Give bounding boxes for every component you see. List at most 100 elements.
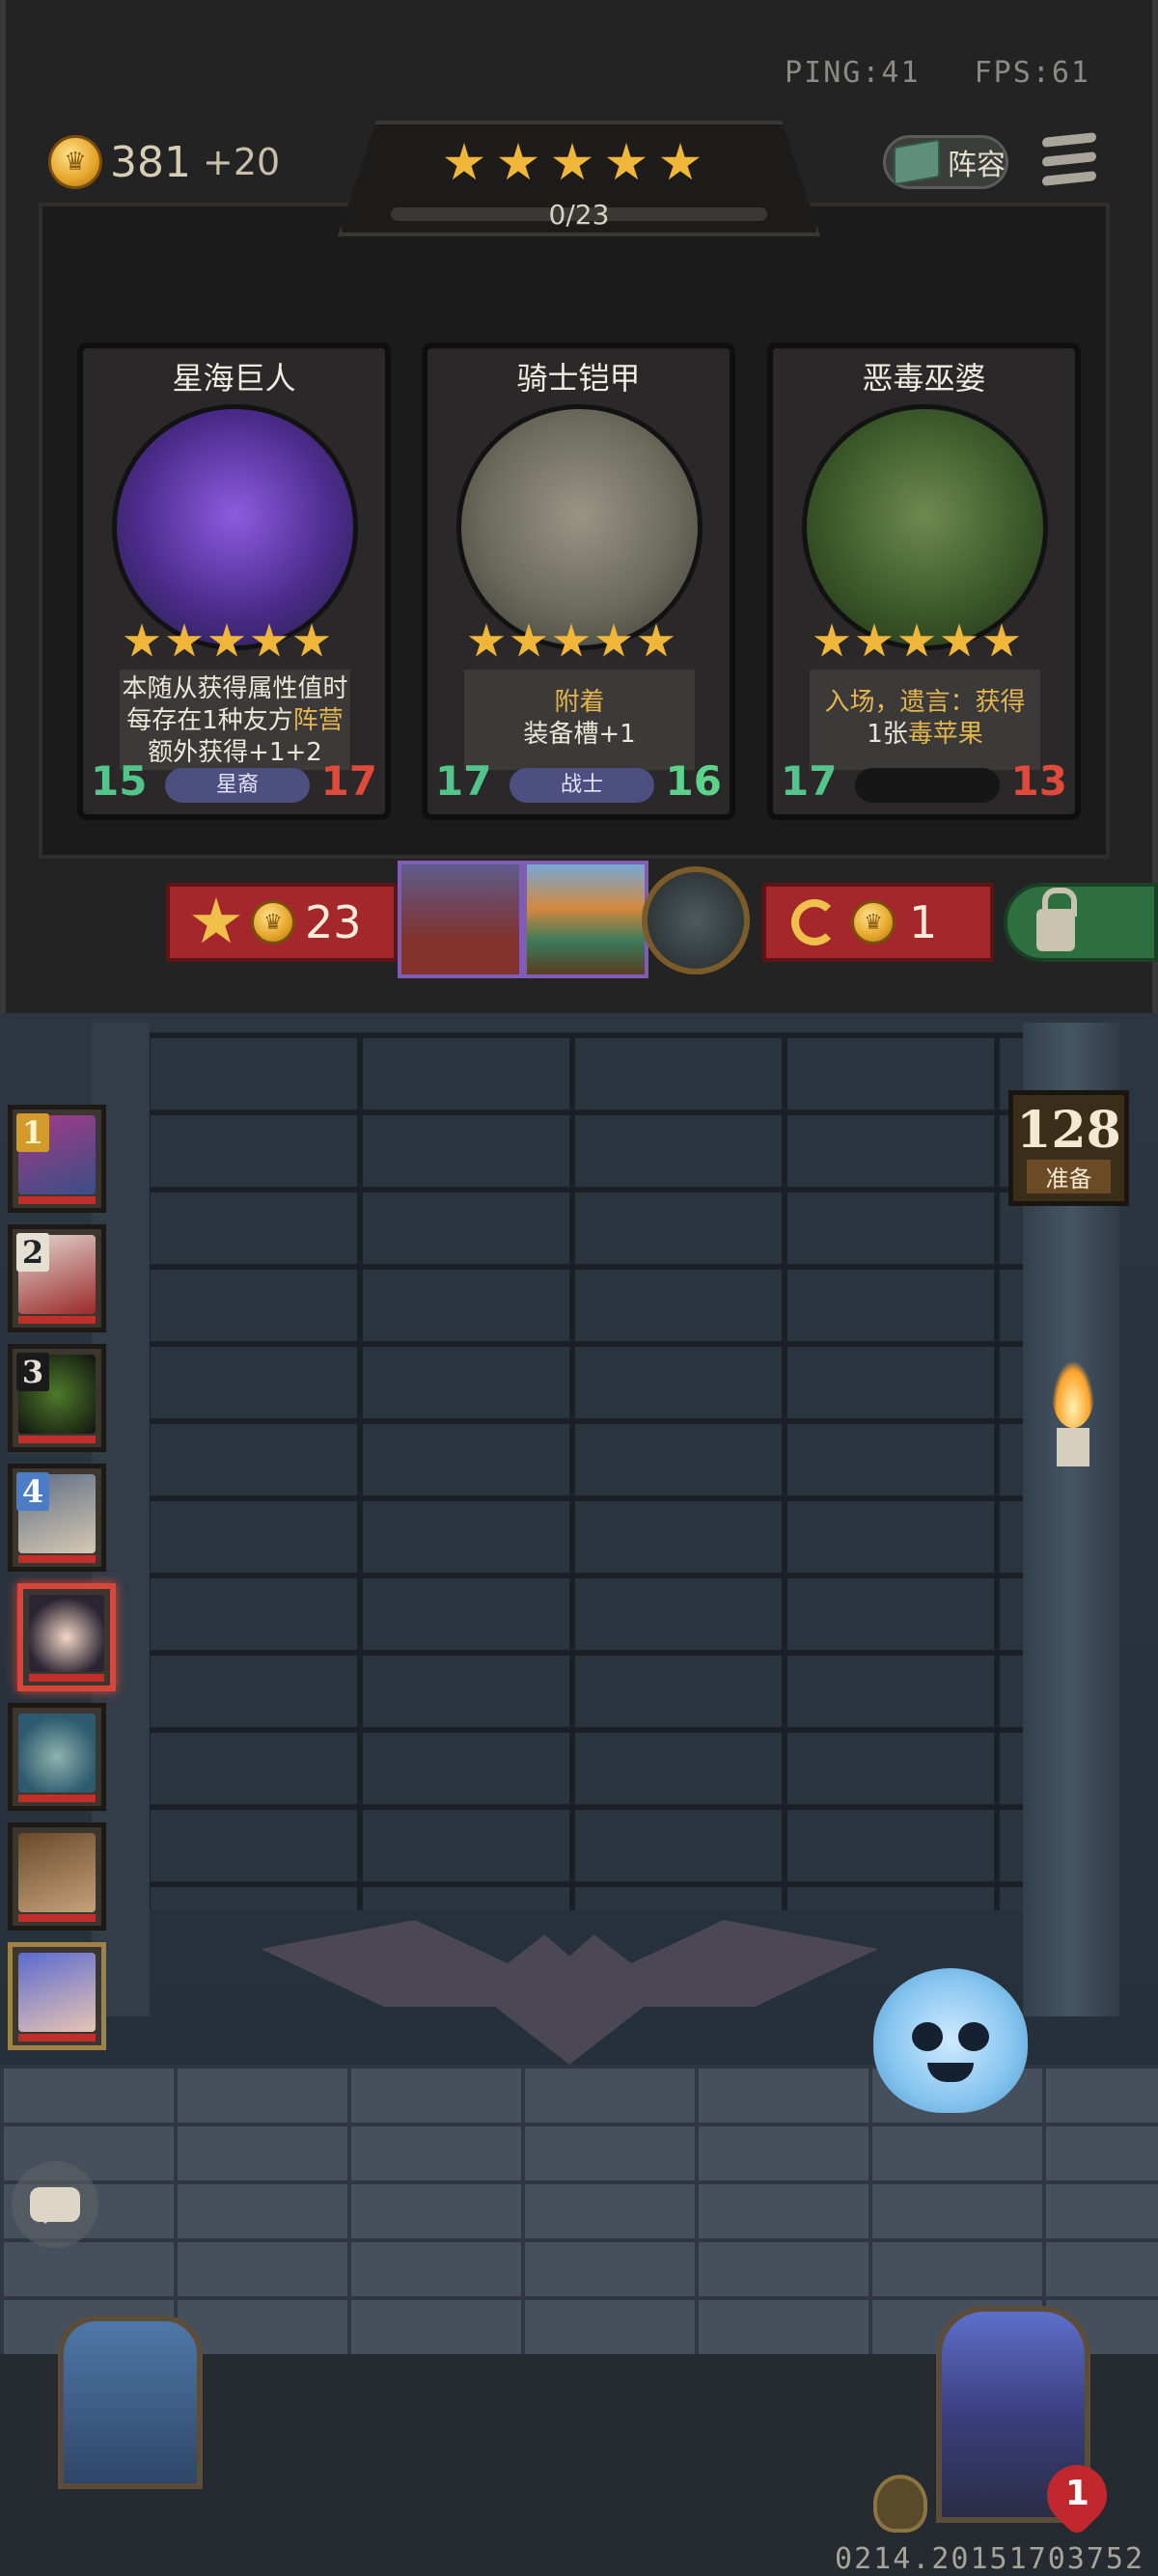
ping-text: PING:41 [785,56,921,90]
card-description: 入场，遗言：获得 1张毒苹果 [807,667,1043,773]
spell-card[interactable] [523,861,648,978]
flame [1052,1360,1094,1428]
star-icon [293,623,330,657]
star-icon [553,623,590,657]
card-tribe [855,768,1000,803]
rank-badge: 2 [16,1233,49,1272]
star-icon [898,623,935,657]
card-attack: 17 [435,757,492,805]
card-health: 17 [320,757,377,805]
upgrade-star-icon [192,897,240,944]
star-icon [124,623,160,657]
card-tribe: 星裔 [165,768,310,803]
queue-player-current-opponent[interactable] [17,1583,116,1691]
shop-card[interactable]: 恶毒巫婆 入场，遗言：获得 1张毒苹果 17 13 [767,343,1081,820]
gold-display: ♛ 381 +20 [48,133,280,191]
refresh-button[interactable]: ♛ 1 [762,883,994,962]
desc-keyword: 入场，遗言：获得 [824,688,1026,717]
avatar [29,1595,104,1672]
pet-cat-icon[interactable] [642,866,750,974]
health-bar [18,1914,96,1922]
queue-player[interactable]: 3 [8,1344,106,1452]
upgrade-cost: 23 [305,896,362,948]
slime-mouth [927,2063,974,2082]
ghost-slime-pet[interactable] [873,1968,1028,2113]
desc-line: 装备槽+1 [523,720,636,749]
fps-text: FPS:61 [974,56,1090,90]
gold-amount: 381 [110,137,191,187]
star-icon [510,623,547,657]
lineup-label: 阵容 [948,149,1006,182]
lock-icon [1036,888,1077,951]
health-bar [18,2034,96,2042]
desc-line: 每存在1种友方阵营 [120,705,350,737]
ready-count: 128 [1016,1101,1121,1160]
desc-line: 本随从获得属性值时 [122,674,348,703]
queue-player[interactable]: 1 [8,1105,106,1213]
queue-player[interactable]: 2 [8,1224,106,1332]
dungeon-wall [145,1032,1023,1910]
tavern-tier-stars [444,143,701,183]
upgrade-tavern-button[interactable]: ♛ 23 [166,883,398,962]
spell-cards [398,861,648,978]
health-bar [18,1436,96,1443]
freeze-shop-button[interactable] [1004,883,1158,962]
shop-card[interactable]: 星海巨人 本随从获得属性值时 每存在1种友方阵营 额外获得+1+2 15 星裔 … [77,343,391,820]
desc-highlight: 阵营 [292,706,344,735]
star-icon [813,623,850,657]
opponent-hero-portrait[interactable] [58,2316,203,2489]
avatar [18,1833,96,1912]
star-icon [595,623,632,657]
star-icon [468,623,505,657]
avatar [18,1953,96,2032]
card-health: 13 [1010,757,1067,805]
card-art-wicked-witch [802,404,1048,650]
star-icon [498,143,538,180]
torch-icon [1052,1360,1094,1466]
performance-readout: PING:41 FPS:61 [750,56,1090,90]
armor-icon [873,2475,927,2533]
card-title: 骑士铠甲 [516,360,641,397]
lineup-button[interactable]: 阵容 [883,135,1008,189]
rank-badge: 4 [16,1472,49,1511]
health-bar [18,1555,96,1563]
tier-progress-text: 0/23 [548,199,610,231]
card-stars [124,623,330,660]
card-description: 附着 装备槽+1 [461,667,698,773]
opponent-queue: 1 2 3 4 [8,1105,116,2062]
card-attack: 15 [91,757,148,805]
desc-text: 每存在1种友方 [126,706,293,735]
refresh-icon [791,899,838,945]
avatar [18,1713,96,1793]
book-icon [894,138,940,186]
gold-income: +20 [202,141,281,183]
desc-line: 额外获得+1+2 [148,738,322,767]
chat-bubble-icon [30,2187,80,2224]
spell-card[interactable] [398,861,523,978]
desc-highlight: 毒苹果 [907,720,983,749]
star-icon [941,623,978,657]
card-stars [813,623,1020,660]
health-bar [18,1316,96,1324]
slime-eye [912,2022,943,2051]
card-tribe: 战士 [510,768,654,803]
card-title: 星海巨人 [172,360,296,397]
ready-label: 准备 [1027,1160,1111,1193]
queue-player[interactable]: 4 [8,1464,106,1572]
player-health: 1 [1065,2474,1090,2514]
chat-button[interactable] [12,2161,98,2248]
menu-icon[interactable] [1042,132,1096,193]
star-icon [606,143,647,180]
gold-coin-icon: ♛ [48,135,102,189]
card-health: 16 [665,757,722,805]
queue-player[interactable] [8,1942,106,2050]
queue-player[interactable] [8,1703,106,1811]
ready-counter: 128 准备 [1008,1090,1129,1206]
rank-badge: 3 [16,1353,49,1391]
queue-player[interactable] [8,1822,106,1931]
shop-card[interactable]: 骑士铠甲 附着 装备槽+1 17 战士 16 [422,343,735,820]
rank-badge: 1 [16,1113,49,1152]
card-stars [468,623,675,660]
card-description: 本随从获得属性值时 每存在1种友方阵营 额外获得+1+2 [117,667,353,773]
desc-keyword: 附着 [554,688,605,717]
